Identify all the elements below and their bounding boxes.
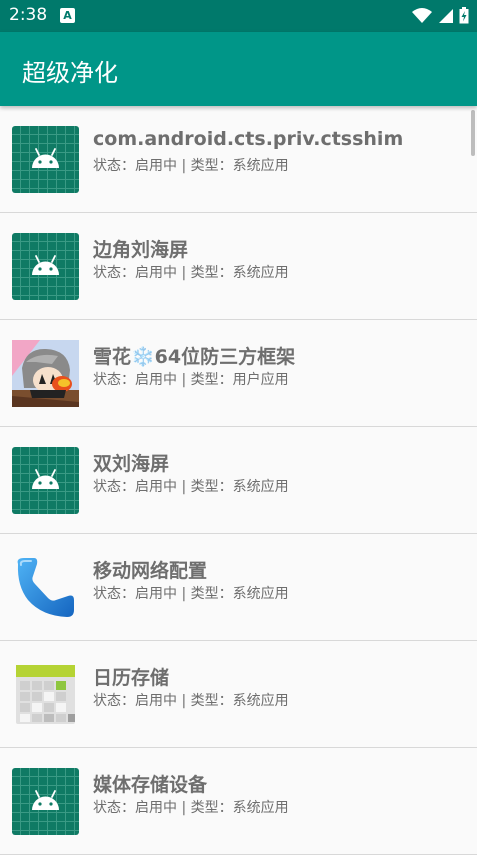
notification-icon: A [60,8,75,23]
app-status: 状态：启用中 | 类型：系统应用 [93,800,289,816]
app-status: 状态：启用中 | 类型：系统应用 [93,158,289,174]
app-name: 边角刘海屏 [93,239,189,261]
calendar-icon [16,665,75,724]
app-bar: 超级净化 [0,32,477,106]
app-name: 移动网络配置 [93,560,208,582]
list-item[interactable]: 媒体存储设备 状态：启用中 | 类型：系统应用 [0,748,477,855]
app-name: 雪花❄️64位防三方框架 [93,346,296,368]
list-item[interactable]: com.android.cts.priv.ctsshim 状态：启用中 | 类型… [0,106,477,213]
app-status: 状态：启用中 | 类型：用户应用 [93,372,289,388]
signal-icon [439,8,453,23]
battery-icon [459,7,469,24]
app-status: 状态：启用中 | 类型：系统应用 [93,479,289,495]
app-name: 媒体存储设备 [93,774,208,796]
scrollbar[interactable] [471,110,475,156]
app-name: com.android.cts.priv.ctsshim [93,128,404,150]
list-item[interactable]: 雪花❄️64位防三方框架 状态：启用中 | 类型：用户应用 [0,320,477,427]
app-status: 状态：启用中 | 类型：系统应用 [93,693,289,709]
app-name: 双刘海屏 [93,453,170,475]
page-title: 超级净化 [22,59,118,87]
status-time: 2:38 [9,5,48,25]
app-list: com.android.cts.priv.ctsshim 状态：启用中 | 类型… [0,106,477,855]
status-bar: 2:38 A [0,0,477,32]
app-status: 状态：启用中 | 类型：系统应用 [93,586,289,602]
wifi-icon [412,7,432,23]
android-icon [12,768,79,835]
android-icon [12,126,79,193]
android-icon [12,233,79,300]
phone-icon [17,558,75,617]
app-name: 日历存储 [93,667,170,689]
status-icons [412,7,469,24]
list-item[interactable]: 边角刘海屏 状态：启用中 | 类型：系统应用 [0,213,477,320]
app-status: 状态：启用中 | 类型：系统应用 [93,265,289,281]
list-item[interactable]: 日历存储 状态：启用中 | 类型：系统应用 [0,641,477,748]
list-item[interactable]: 双刘海屏 状态：启用中 | 类型：系统应用 [0,427,477,534]
avatar-icon [12,340,79,407]
android-icon [12,447,79,514]
list-item[interactable]: 移动网络配置 状态：启用中 | 类型：系统应用 [0,534,477,641]
